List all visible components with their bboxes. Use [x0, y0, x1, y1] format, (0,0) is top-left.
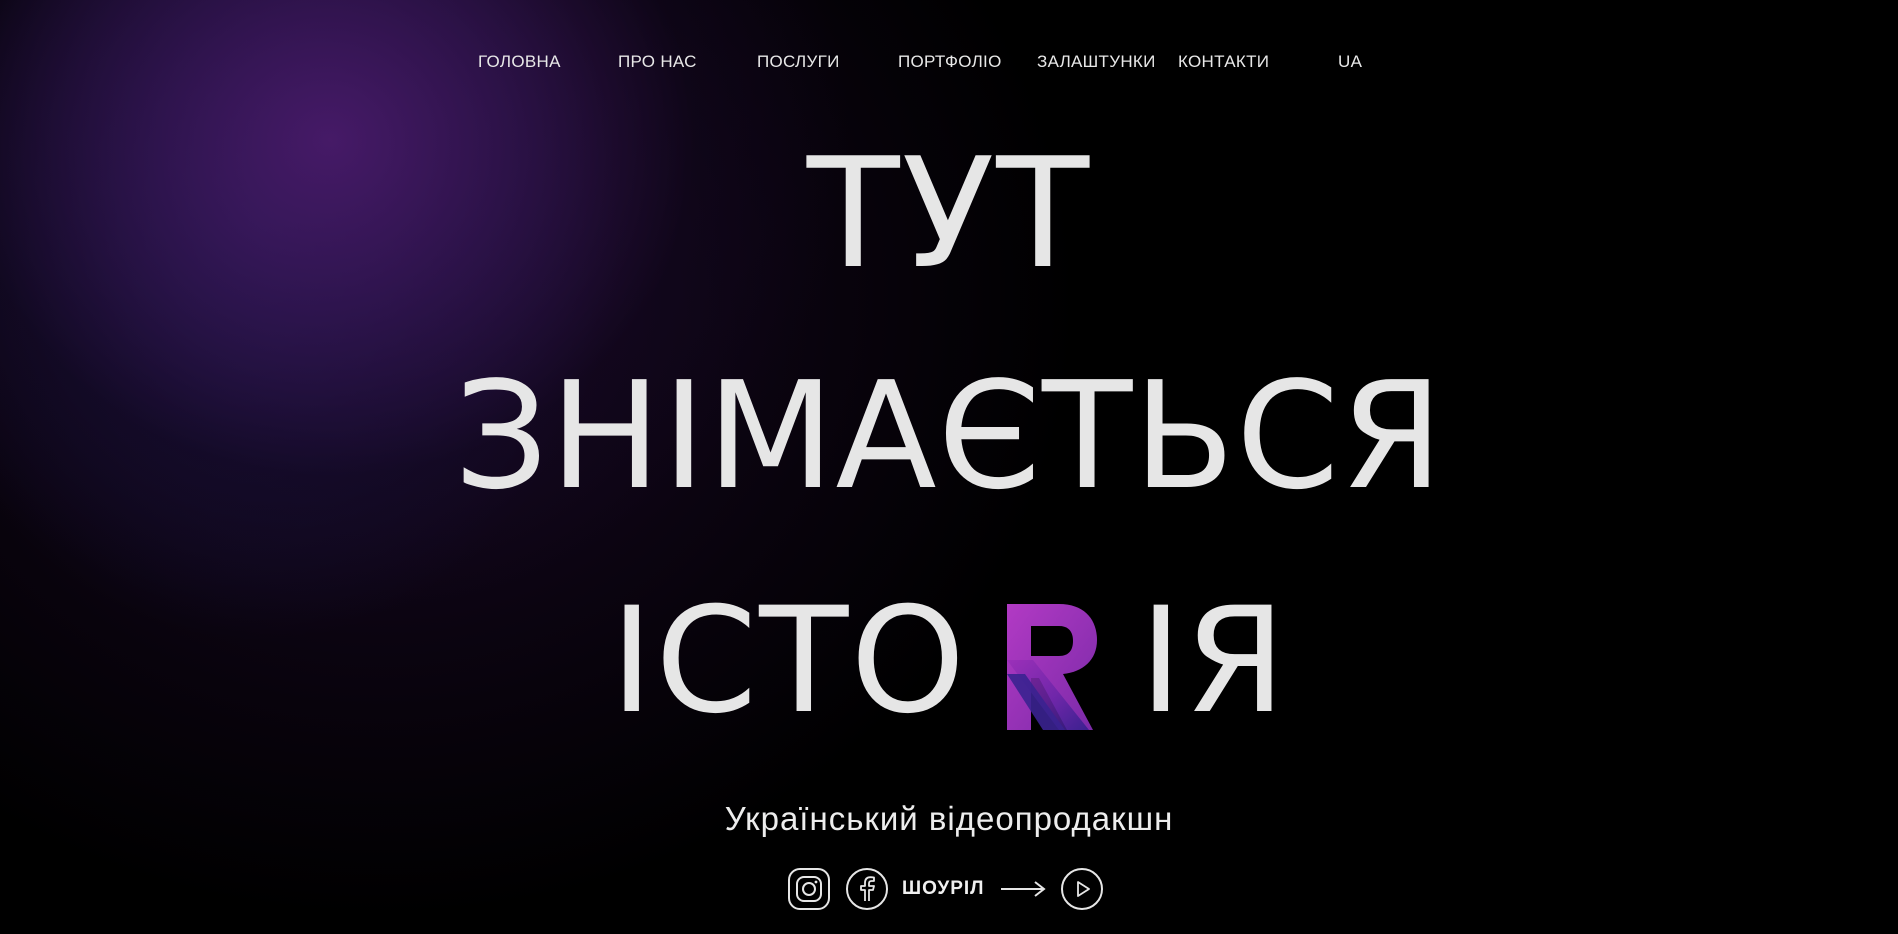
- play-icon[interactable]: [1060, 868, 1103, 910]
- nav-item-backstage[interactable]: ЗАЛАШТУНКИ: [1037, 52, 1156, 72]
- social-row: ШОУРІЛ: [788, 866, 1103, 912]
- headline-line-3: ІСТО ІЯ: [0, 588, 1898, 734]
- hero-subtitle: Український відеопродакшн: [724, 800, 1174, 837]
- instagram-icon[interactable]: [788, 868, 830, 910]
- nav-item-about[interactable]: ПРО НАС: [618, 52, 697, 72]
- headline-line-2: ЗНІМАЄТЬСЯ: [453, 350, 1445, 522]
- facebook-icon[interactable]: [846, 868, 888, 910]
- showreel-link[interactable]: ШОУРІЛ: [902, 878, 985, 900]
- nav-item-contacts[interactable]: КОНТАКТИ: [1178, 52, 1269, 72]
- nav-item-services[interactable]: ПОСЛУГИ: [757, 52, 840, 72]
- headline-line-3-end: ІЯ: [1139, 576, 1288, 746]
- nav-item-portfolio[interactable]: ПОРТФОЛІО: [898, 52, 1002, 72]
- language-switcher[interactable]: UA: [1338, 52, 1362, 72]
- headline-line-1: ТУТ: [806, 125, 1092, 302]
- arrow-right-icon: [1000, 881, 1046, 897]
- nav-item-home[interactable]: ГОЛОВНА: [478, 52, 561, 72]
- headline-line-3-start: ІСТО: [610, 576, 968, 746]
- main-nav: ГОЛОВНА ПРО НАС ПОСЛУГИ ПОРТФОЛІО ЗАЛАШТ…: [0, 52, 1898, 76]
- r-logo-icon: [1007, 604, 1098, 730]
